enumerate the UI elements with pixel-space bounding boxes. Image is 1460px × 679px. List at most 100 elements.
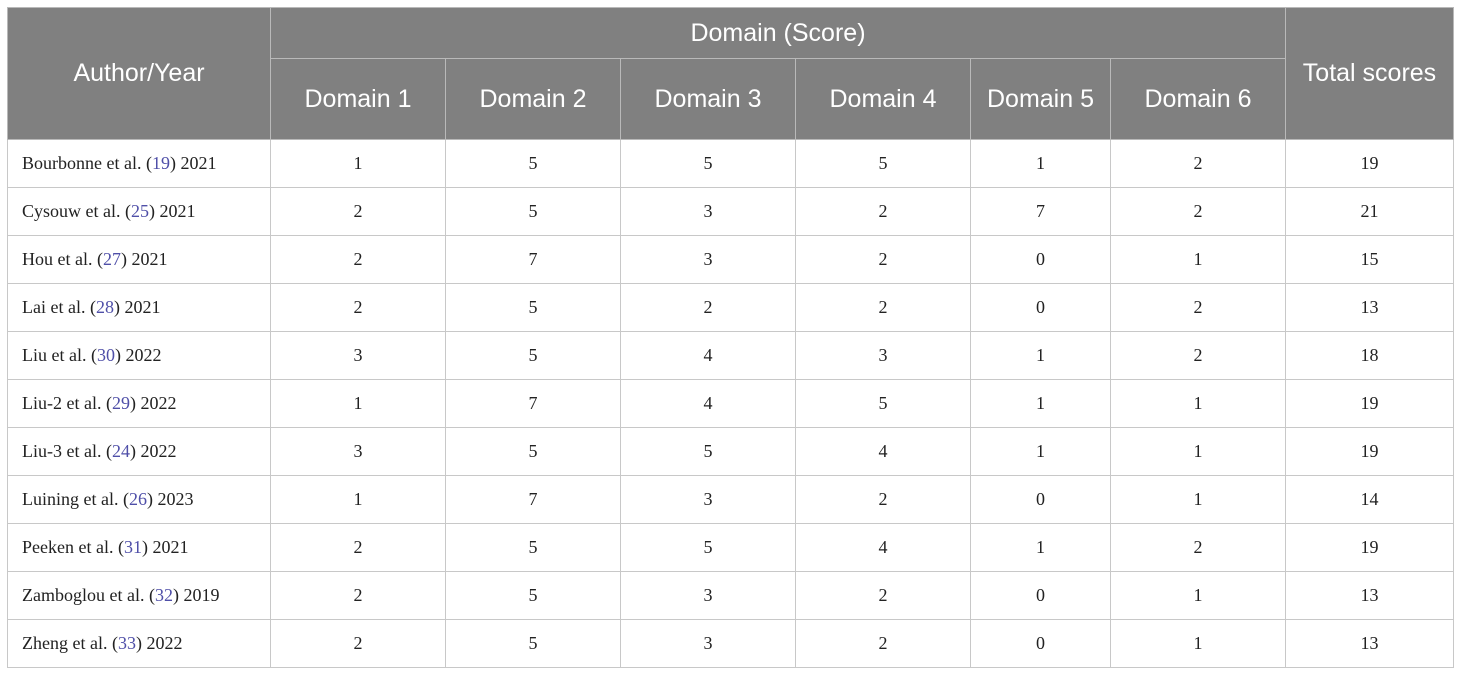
author-name: Hou et al. [22, 249, 93, 269]
total-score: 18 [1285, 331, 1454, 380]
domain-2-score: 7 [445, 379, 621, 428]
domain-1-score: 2 [270, 523, 446, 572]
author-name: Liu-2 et al. [22, 393, 102, 413]
domain-6-score: 2 [1110, 283, 1286, 332]
domain-3-score: 5 [620, 139, 796, 188]
domain-5-score: 0 [970, 283, 1111, 332]
domain-2-score: 5 [445, 187, 621, 236]
domain-5-score: 1 [970, 427, 1111, 476]
reference-link[interactable]: 25 [131, 201, 149, 221]
domain-5-score: 1 [970, 331, 1111, 380]
reference-link[interactable]: 26 [129, 489, 147, 509]
quality-score-table-container: Author/Year Domain (Score) Total scores … [7, 7, 1454, 668]
author-cell: Luining et al. (26) 2023 [7, 475, 271, 524]
author-name: Bourbonne et al. [22, 153, 142, 173]
publication-year: 2021 [131, 249, 168, 269]
reference-link[interactable]: 29 [112, 393, 130, 413]
author-cell: Peeken et al. (31) 2021 [7, 523, 271, 572]
total-scores-header: Total scores [1285, 7, 1454, 140]
domain-2-score: 5 [445, 139, 621, 188]
quality-score-table: Author/Year Domain (Score) Total scores … [7, 7, 1454, 668]
domain-5-score: 7 [970, 187, 1111, 236]
domain-2-score: 7 [445, 475, 621, 524]
domain-1-score: 1 [270, 475, 446, 524]
domain-3-score: 3 [620, 235, 796, 284]
domain-4-score: 4 [795, 427, 971, 476]
table-row: Zheng et al. (33) 2022 2 5 3 2 0 1 13 [7, 619, 1454, 668]
table-header: Author/Year Domain (Score) Total scores … [7, 7, 1454, 140]
publication-year: 2022 [140, 441, 177, 461]
domain-1-score: 2 [270, 187, 446, 236]
domain-1-score: 2 [270, 619, 446, 668]
reference-link[interactable]: 24 [112, 441, 130, 461]
domain-2-header: Domain 2 [445, 58, 621, 140]
reference-link[interactable]: 33 [118, 633, 136, 653]
author-name: Liu-3 et al. [22, 441, 102, 461]
reference-link[interactable]: 19 [152, 153, 170, 173]
domain-5-score: 0 [970, 619, 1111, 668]
domain-5-header: Domain 5 [970, 58, 1111, 140]
domain-6-score: 2 [1110, 187, 1286, 236]
author-cell: Cysouw et al. (25) 2021 [7, 187, 271, 236]
publication-year: 2022 [146, 633, 183, 653]
author-name: Luining et al. [22, 489, 119, 509]
domain-4-score: 2 [795, 235, 971, 284]
table-row: Lai et al. (28) 2021 2 5 2 2 0 2 13 [7, 283, 1454, 332]
domain-6-score: 1 [1110, 427, 1286, 476]
domain-3-header: Domain 3 [620, 58, 796, 140]
domain-4-score: 3 [795, 331, 971, 380]
publication-year: 2021 [152, 537, 189, 557]
table-row: Bourbonne et al. (19) 2021 1 5 5 5 1 2 19 [7, 139, 1454, 188]
domain-5-score: 0 [970, 475, 1111, 524]
domain-1-header: Domain 1 [270, 58, 446, 140]
domain-5-score: 1 [970, 139, 1111, 188]
reference-link[interactable]: 31 [124, 537, 142, 557]
domain-2-score: 5 [445, 619, 621, 668]
author-cell: Lai et al. (28) 2021 [7, 283, 271, 332]
author-name: Lai et al. [22, 297, 86, 317]
author-name: Cysouw et al. [22, 201, 121, 221]
domain-4-score: 2 [795, 571, 971, 620]
reference-link[interactable]: 30 [97, 345, 115, 365]
author-cell: Bourbonne et al. (19) 2021 [7, 139, 271, 188]
total-score: 19 [1285, 139, 1454, 188]
domain-5-score: 0 [970, 571, 1111, 620]
domain-6-score: 1 [1110, 379, 1286, 428]
domain-3-score: 3 [620, 187, 796, 236]
domain-6-score: 2 [1110, 331, 1286, 380]
total-score: 19 [1285, 523, 1454, 572]
author-year-header: Author/Year [7, 7, 271, 140]
reference-link[interactable]: 32 [155, 585, 173, 605]
domain-5-score: 1 [970, 379, 1111, 428]
table-row: Liu-3 et al. (24) 2022 3 5 5 4 1 1 19 [7, 427, 1454, 476]
table-row: Zamboglou et al. (32) 2019 2 5 3 2 0 1 13 [7, 571, 1454, 620]
domain-3-score: 2 [620, 283, 796, 332]
domain-6-score: 2 [1110, 523, 1286, 572]
reference-link[interactable]: 28 [96, 297, 114, 317]
publication-year: 2021 [159, 201, 196, 221]
domain-2-score: 5 [445, 331, 621, 380]
table-row: Cysouw et al. (25) 2021 2 5 3 2 7 2 21 [7, 187, 1454, 236]
domain-1-score: 2 [270, 235, 446, 284]
publication-year: 2022 [125, 345, 162, 365]
domain-6-header: Domain 6 [1110, 58, 1286, 140]
publication-year: 2022 [140, 393, 177, 413]
table-row: Hou et al. (27) 2021 2 7 3 2 0 1 15 [7, 235, 1454, 284]
domain-4-score: 2 [795, 187, 971, 236]
author-name: Zamboglou et al. [22, 585, 145, 605]
domain-score-group-header: Domain (Score) [270, 7, 1286, 59]
domain-3-score: 3 [620, 571, 796, 620]
publication-year: 2019 [183, 585, 220, 605]
domain-1-score: 3 [270, 427, 446, 476]
domain-3-score: 4 [620, 331, 796, 380]
total-score: 13 [1285, 283, 1454, 332]
domain-1-score: 2 [270, 571, 446, 620]
domain-3-score: 5 [620, 523, 796, 572]
domain-2-score: 5 [445, 427, 621, 476]
domain-6-score: 1 [1110, 475, 1286, 524]
author-name: Liu et al. [22, 345, 87, 365]
table-row: Peeken et al. (31) 2021 2 5 5 4 1 2 19 [7, 523, 1454, 572]
reference-link[interactable]: 27 [103, 249, 121, 269]
publication-year: 2021 [124, 297, 161, 317]
publication-year: 2021 [180, 153, 217, 173]
